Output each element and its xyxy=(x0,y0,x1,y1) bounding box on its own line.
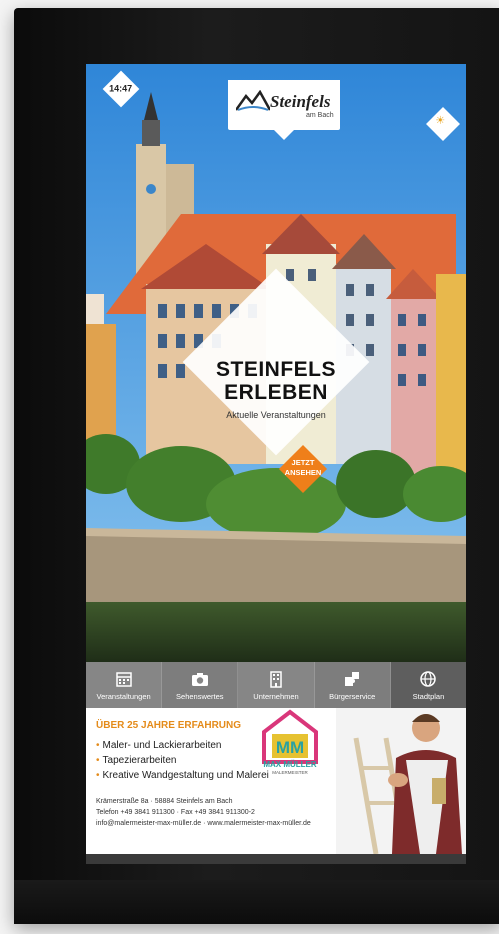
globe-icon xyxy=(419,670,437,688)
painter-image xyxy=(336,708,466,854)
nav-item-veranstaltungen[interactable]: Veranstaltungen xyxy=(86,662,163,708)
calendar-icon xyxy=(115,670,133,688)
ad-phone: Telefon +49 3841 911300 · Fax +49 3841 9… xyxy=(96,809,255,816)
logo-subtitle: am Bach xyxy=(306,112,334,119)
promo-title: STEINFELS ERLEBEN xyxy=(196,358,356,404)
camera-icon xyxy=(191,670,209,688)
kiosk-screen: 14:47 ☀ Steinfels am Bach STEINFELS ERLE… xyxy=(86,64,466,864)
mountain-logo-icon xyxy=(236,90,270,111)
town-logo[interactable]: Steinfels am Bach xyxy=(228,80,340,140)
house-logo-icon: MM xyxy=(262,709,318,764)
footer-strip xyxy=(86,854,466,864)
ad-contact: info@malermeister-max-müller.de · www.ma… xyxy=(96,820,311,827)
nav-label: Veranstaltungen xyxy=(96,691,151,701)
company-subtitle: MALERMEISTER xyxy=(272,770,308,775)
cta-label[interactable]: JETZT ANSEHEN xyxy=(280,458,326,478)
nav-item-sehenswertes[interactable]: Sehenswertes xyxy=(162,662,239,708)
nav-item-unternehmen[interactable]: Unternehmen xyxy=(238,662,315,708)
list-item: • Kreative Wandgestaltung und Malerei xyxy=(96,770,269,781)
logo-letters: MM xyxy=(276,738,304,757)
ad-address: Krämerstraße 8a · 58884 Steinfels am Bac… xyxy=(96,798,233,805)
list-item: • Tapezierarbeiten xyxy=(96,755,177,766)
cta-label-line1: JETZT xyxy=(291,458,315,467)
puzzle-icon xyxy=(343,670,361,688)
promo-title-line1: STEINFELS xyxy=(215,358,336,381)
company-name: MAX MÜLLER xyxy=(263,760,317,769)
building-icon xyxy=(267,670,285,688)
kiosk-base xyxy=(14,880,499,924)
ad-headline: ÜBER 25 JAHRE ERFAHRUNG xyxy=(96,720,242,731)
ad-services-list: • Maler- und Lackierarbeiten • Tapezierarb… xyxy=(96,738,269,783)
ad-contact-block: Krämerstraße 8a · 58884 Steinfels am Bac… xyxy=(96,796,376,829)
promo-subtitle: Aktuelle Veranstaltungen xyxy=(226,410,326,420)
bottom-nav: Veranstaltungen Sehenswertes Unternehmen… xyxy=(86,662,466,708)
weather-sun-icon: ☀ xyxy=(435,114,446,128)
nav-item-stadtplan[interactable]: Stadtplan xyxy=(390,662,466,708)
cta-label-line2: ANSEHEN xyxy=(284,468,322,477)
nav-label: Bürgerservice xyxy=(329,691,376,701)
list-item: • Maler- und Lackierarbeiten xyxy=(96,740,222,751)
nav-label: Unternehmen xyxy=(253,691,299,701)
nav-label: Stadtplan xyxy=(412,691,445,701)
logo-name: Steinfels xyxy=(270,92,331,111)
nav-item-buergerservice[interactable]: Bürgerservice xyxy=(315,662,391,708)
clock-time: 14:47 xyxy=(109,84,133,94)
promo-title-line2: ERLEBEN xyxy=(224,381,328,404)
nav-label: Sehenswertes xyxy=(176,691,224,701)
advertisement-banner[interactable]: ÜBER 25 JAHRE ERFAHRUNG • Maler- und Lack… xyxy=(86,708,466,854)
